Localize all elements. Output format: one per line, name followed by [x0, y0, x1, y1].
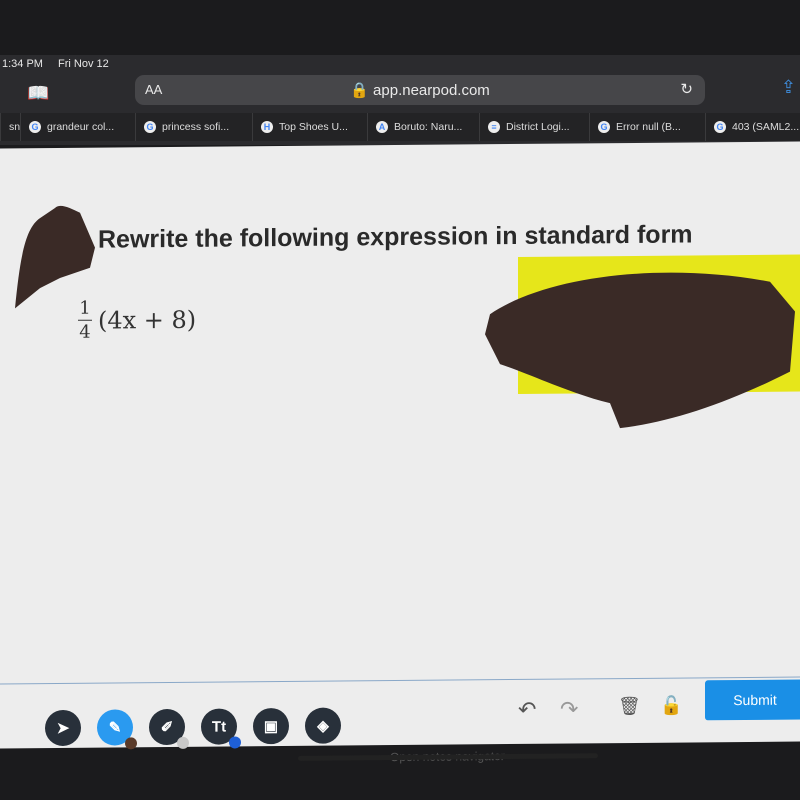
- text-icon[interactable]: Tt: [201, 708, 241, 749]
- share-icon[interactable]: ⇪: [781, 77, 796, 98]
- favicon-icon: G: [29, 121, 41, 133]
- tab-label: grandeur col...: [47, 121, 115, 133]
- time: 1:34 PM: [2, 58, 43, 70]
- color-swatch[interactable]: [125, 737, 137, 750]
- favicon-icon: G: [144, 121, 156, 133]
- tab-label: princess sofi...: [162, 121, 230, 133]
- nearpod-page: Rewrite the following expression in stan…: [0, 141, 800, 764]
- unlock-icon[interactable]: 🔓: [660, 696, 682, 717]
- book-icon[interactable]: 📖: [27, 83, 49, 104]
- address-bar[interactable]: AA 🔒 app.nearpod.com ↻: [135, 75, 705, 105]
- text-glyph: Tt: [211, 718, 227, 736]
- toolbar-divider: [0, 676, 800, 685]
- browser-tab[interactable]: G 403 (SAML2...: [705, 113, 800, 141]
- reload-icon[interactable]: ↻: [680, 80, 693, 98]
- tab-label: sn: [9, 121, 20, 133]
- color-swatch[interactable]: [177, 736, 189, 749]
- image-glyph: ▣: [263, 718, 279, 736]
- select-glyph: ➤: [56, 719, 70, 737]
- tab-bar: sn Ggrandeur col... Gprincess sofi... H Top …: [0, 113, 800, 141]
- favicon-icon: H: [261, 121, 273, 133]
- browser-tab[interactable]: sn: [0, 113, 20, 141]
- scribble-drawing: [485, 272, 795, 429]
- browser-tab[interactable]: ≡ District Logi...: [479, 113, 589, 141]
- tab-label: 403 (SAML2...: [732, 121, 800, 133]
- question-title: Rewrite the following expression in stan…: [98, 220, 693, 254]
- eraser-icon[interactable]: ◈: [305, 707, 341, 744]
- favicon-icon: G: [598, 121, 610, 133]
- image-icon[interactable]: ▣: [253, 707, 289, 745]
- url-text[interactable]: app.nearpod.com: [373, 82, 490, 99]
- highlighter-glyph: ✐: [160, 718, 174, 737]
- numerator: 1: [79, 297, 91, 319]
- submit-button[interactable]: Submit: [705, 679, 800, 721]
- fraction: 1 4: [78, 298, 92, 343]
- trash-icon[interactable]: 🗑: [618, 696, 641, 717]
- cursor-icon[interactable]: ➤: [45, 709, 81, 747]
- lock-icon: 🔒: [350, 82, 374, 99]
- undo-icon[interactable]: ↶: [518, 697, 536, 723]
- eraser-glyph: ◈: [317, 717, 329, 735]
- expression-body: (4x + 8): [98, 305, 197, 335]
- pencil-icon[interactable]: ✎: [97, 709, 137, 750]
- favicon-icon: G: [714, 121, 726, 133]
- browser-tab[interactable]: H Top Shoes U...: [252, 113, 367, 141]
- favicon-icon: A: [376, 121, 388, 133]
- status-bar: 1:34 PM Fri Nov 12: [2, 58, 121, 70]
- color-swatch[interactable]: [229, 736, 241, 749]
- browser-tab[interactable]: A Boruto: Naru...: [367, 113, 479, 141]
- tab-label: District Logi...: [506, 121, 570, 133]
- pen-glyph: ✎: [108, 719, 122, 737]
- math-expression: 1 4 (4x + 8): [78, 297, 196, 343]
- tab-label: Error null (B...: [616, 121, 681, 133]
- highlighter-icon[interactable]: ✐: [149, 708, 189, 749]
- redo-icon[interactable]: ↷: [560, 696, 578, 722]
- favicon-icon: ≡: [488, 121, 500, 133]
- denominator: 4: [79, 321, 91, 343]
- date: Fri Nov 12: [58, 58, 109, 70]
- browser-tab[interactable]: G Error null (B...: [589, 113, 705, 141]
- browser-tab[interactable]: Gprincess sofi...: [135, 113, 252, 141]
- tab-label: Top Shoes U...: [279, 121, 348, 133]
- browser-tab[interactable]: Ggrandeur col...: [20, 113, 135, 141]
- tab-label: Boruto: Naru...: [394, 121, 463, 133]
